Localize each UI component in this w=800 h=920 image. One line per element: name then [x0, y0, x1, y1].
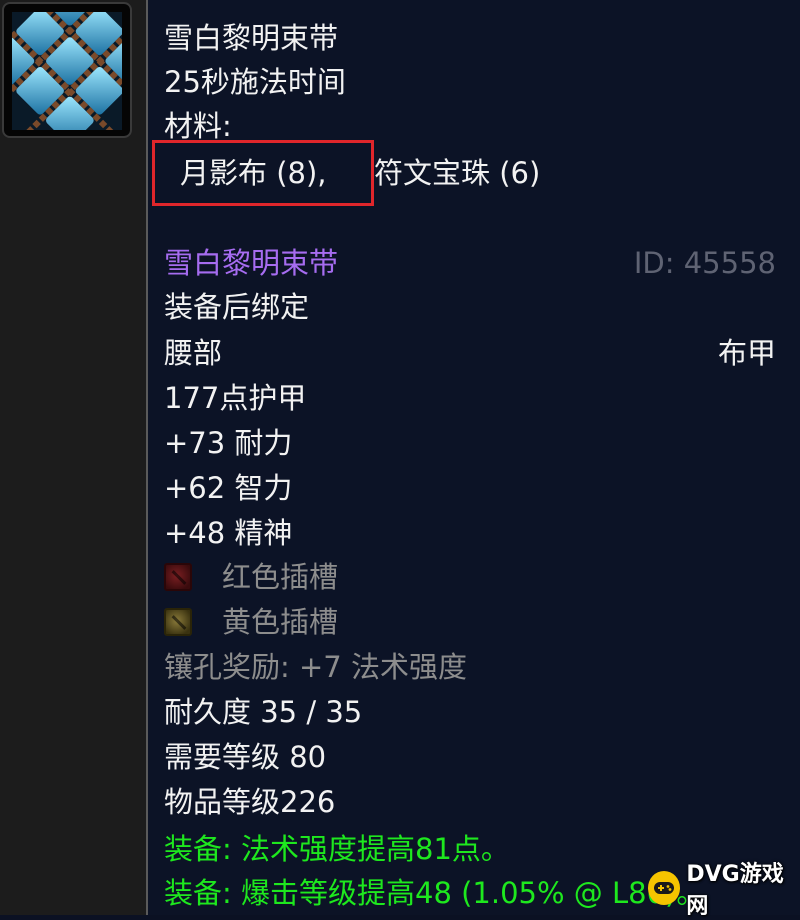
red-socket-icon [164, 563, 192, 591]
material-moonshroud[interactable]: 月影布 (8), [180, 153, 327, 193]
material-runed-orb[interactable]: 符文宝珠 (6) [374, 153, 540, 193]
netted-cloth-icon [12, 12, 122, 130]
armor-type: 布甲 [717, 336, 776, 370]
armor-value: 177点护甲 [164, 381, 307, 415]
yellow-socket-label: 黄色插槽 [222, 605, 339, 639]
gamepad-icon [648, 870, 681, 905]
cast-time: 25秒施法时间 [164, 65, 346, 99]
item-tooltip: 雪白黎明束带 25秒施法时间 材料: 月影布 (8), 符文宝珠 (6) 雪白黎… [146, 0, 800, 915]
watermark-text: DVG游戏网 [686, 861, 784, 919]
yellow-socket-icon [164, 608, 192, 636]
site-watermark: DVG游戏网 [648, 860, 800, 919]
durability: 耐久度 35 / 35 [164, 695, 363, 729]
socket-bonus: 镶孔奖励: +7 法术强度 [164, 650, 467, 684]
stat-spirit: +48 精神 [164, 516, 293, 550]
equip-slot: 腰部 [164, 336, 223, 370]
item-name[interactable]: 雪白黎明束带 [164, 243, 338, 283]
required-level: 需要等级 80 [164, 740, 327, 774]
stat-stamina: +73 耐力 [164, 426, 293, 460]
red-socket-label: 红色插槽 [222, 560, 339, 594]
item-level: 物品等级226 [164, 785, 336, 819]
stat-intellect: +62 智力 [164, 471, 293, 505]
equip-effect-crit: 装备: 爆击等级提高48 (1.05% @ L80)。 [164, 876, 706, 910]
recipe-name: 雪白黎明束带 [164, 21, 339, 55]
bind-type: 装备后绑定 [164, 290, 310, 324]
item-icon-frame[interactable] [2, 2, 132, 138]
icon-column [0, 0, 146, 915]
item-id: ID: 45558 [633, 246, 776, 280]
equip-effect-spellpower: 装备: 法术强度提高81点。 [164, 832, 510, 866]
